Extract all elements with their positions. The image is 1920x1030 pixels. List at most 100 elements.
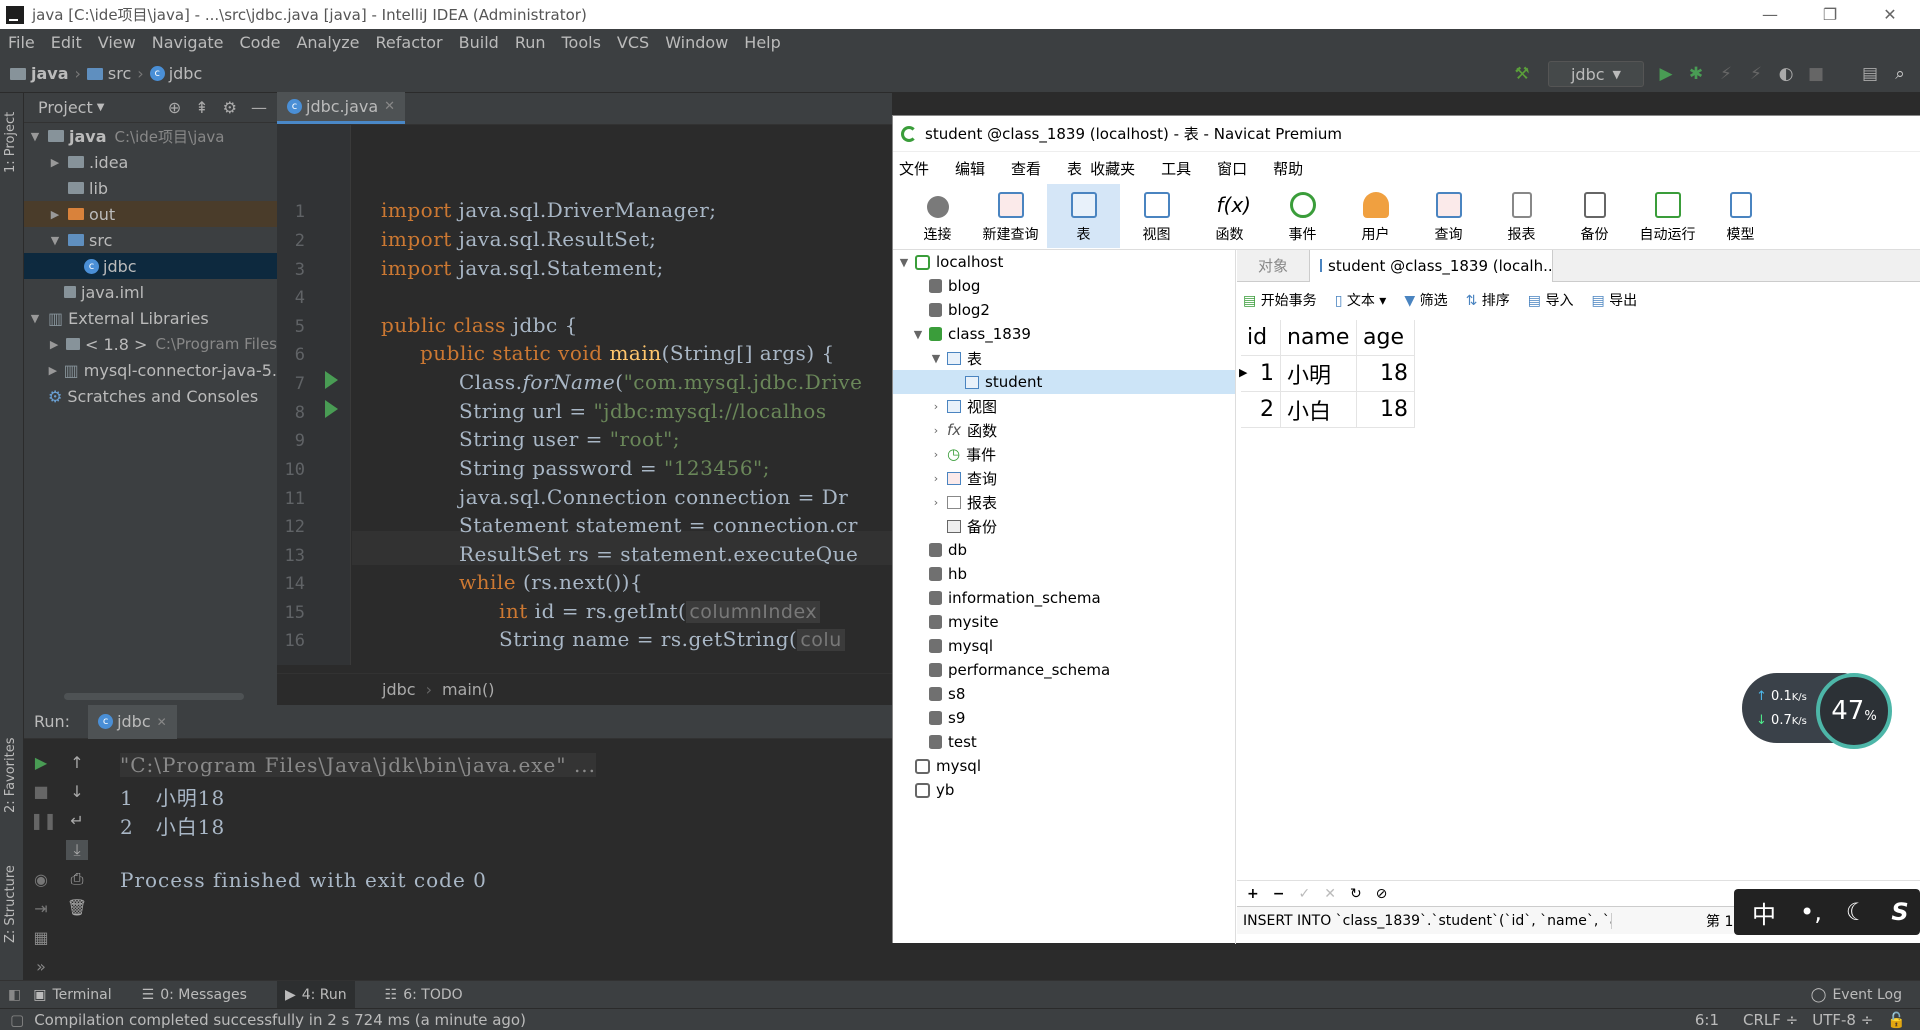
event-button[interactable]: 事件 [1266, 184, 1339, 248]
stop-attach-icon[interactable]: ◐ [1776, 64, 1796, 84]
close-tab-icon[interactable]: ✕ [384, 99, 395, 114]
todo-tab[interactable]: ☷ 6: TODO [385, 987, 463, 1003]
nv-menu-window[interactable]: 窗口 [1217, 158, 1247, 179]
code-line[interactable]: import java.sql.ResultSet; [381, 227, 656, 251]
backup-button[interactable]: 备份 [1558, 184, 1631, 248]
tree-connection-yb[interactable]: yb [893, 778, 1235, 802]
stop-icon[interactable]: ■ [30, 782, 52, 801]
menu-window[interactable]: Window [665, 33, 728, 52]
cell-name[interactable]: 小明 [1281, 356, 1357, 392]
tree-db-performance-schema[interactable]: performance_schema [893, 658, 1235, 682]
menu-analyze[interactable]: Analyze [296, 33, 359, 52]
expanded-arrow-icon[interactable]: ▼ [929, 352, 943, 365]
tree-node-out[interactable]: ▶ out [24, 201, 277, 227]
tree-db-hb[interactable]: hb [893, 562, 1235, 586]
collapsed-arrow-icon[interactable]: ▶ [48, 208, 62, 221]
apply-icon[interactable]: ✓ [1298, 886, 1310, 902]
tree-db-test[interactable]: test [893, 730, 1235, 754]
run-tool-tab[interactable]: ▶ 4: Run [276, 980, 355, 1009]
code-line[interactable]: import java.sql.DriverManager; [381, 198, 717, 222]
cell-age[interactable]: 18 [1357, 392, 1415, 428]
print-icon[interactable]: ⎙ [66, 869, 88, 889]
hide-icon[interactable]: — [251, 98, 267, 117]
menu-build[interactable]: Build [459, 33, 499, 52]
cell-id[interactable]: 2 [1241, 392, 1281, 428]
file-encoding[interactable]: UTF-8 ÷ [1812, 1011, 1873, 1029]
stop-icon[interactable]: ■ [1806, 64, 1826, 84]
collapse-icon[interactable]: ⇞ [195, 98, 208, 117]
tree-node-scratches[interactable]: ⚙ Scratches and Consoles [24, 383, 277, 409]
collapsed-arrow-icon[interactable]: › [929, 400, 943, 413]
code-line[interactable]: ResultSet rs = statement.executeQue [459, 542, 858, 566]
begin-transaction-button[interactable]: ▤ 开始事务 [1243, 290, 1317, 310]
tree-node-external-libraries[interactable]: ▼ ▥ External Libraries [24, 305, 277, 331]
run-configuration-select[interactable]: jdbc ▼ [1548, 61, 1644, 87]
soft-wrap-icon[interactable]: ↵ [66, 811, 88, 830]
tree-db-s9[interactable]: s9 [893, 706, 1235, 730]
menu-tools[interactable]: Tools [562, 33, 601, 52]
code-line[interactable]: while (rs.next()){ [459, 570, 643, 594]
code-line[interactable]: String password = "123456"; [459, 456, 770, 480]
tree-node-src[interactable]: ▼ src [24, 227, 277, 253]
tree-node-java-iml[interactable]: java.iml [24, 279, 277, 305]
tree-table-student[interactable]: student [893, 370, 1235, 394]
code-line[interactable]: public class jdbc { [381, 313, 578, 337]
tree-group-tables[interactable]: ▼ 表 [893, 346, 1235, 370]
locate-icon[interactable]: ⊕ [168, 98, 181, 117]
nv-menu-help[interactable]: 帮助 [1273, 158, 1303, 179]
tree-node-idea[interactable]: ▶ .idea [24, 149, 277, 175]
nv-menu-tools[interactable]: 工具 [1161, 158, 1191, 179]
rerun-icon[interactable]: ▶ [30, 753, 52, 772]
menu-file[interactable]: File [8, 33, 35, 52]
model-button[interactable]: 模型 [1704, 184, 1777, 248]
user-button[interactable]: 用户 [1339, 184, 1412, 248]
menu-edit[interactable]: Edit [51, 33, 82, 52]
structure-tool-tab[interactable]: Z: Structure [3, 865, 18, 943]
stop-icon[interactable]: ⊘ [1376, 886, 1388, 902]
text-button[interactable]: ▯ 文本 ▾ [1335, 290, 1387, 310]
breadcrumb-method[interactable]: main() [442, 680, 494, 699]
down-arrow-icon[interactable]: ↓ [66, 782, 88, 801]
search-icon[interactable]: ⌕ [1890, 64, 1910, 84]
tree-connection-mysql[interactable]: mysql [893, 754, 1235, 778]
tree-db-db[interactable]: db [893, 538, 1235, 562]
tree-group-queries[interactable]: › 查询 [893, 466, 1235, 490]
table-row[interactable]: ▶ 1 小明 18 [1239, 356, 1415, 392]
caret-position[interactable]: 6:1 [1695, 1011, 1719, 1029]
delete-record-icon[interactable]: − [1273, 886, 1285, 902]
moon-icon[interactable]: ☾ [1846, 898, 1868, 926]
ime-language-toggle[interactable]: 中 [1752, 895, 1776, 930]
menu-navigate[interactable]: Navigate [152, 33, 224, 52]
expanded-arrow-icon[interactable]: ▼ [897, 256, 911, 269]
code-line[interactable]: int id = rs.getInt(columnIndex [499, 599, 821, 623]
collapsed-arrow-icon[interactable]: ▶ [48, 364, 58, 377]
add-record-icon[interactable]: + [1247, 886, 1259, 902]
code-line[interactable]: Class.forName("com.mysql.jdbc.Drive [459, 370, 862, 394]
restore-icon[interactable]: ❐ [1800, 5, 1860, 24]
menu-run[interactable]: Run [515, 33, 546, 52]
menu-refactor[interactable]: Refactor [376, 33, 443, 52]
breadcrumb-class[interactable]: jdbc [382, 680, 416, 699]
run-icon[interactable]: ▶ [1656, 64, 1676, 84]
breadcrumb-java[interactable]: java [31, 64, 69, 83]
cell-age[interactable]: 18 [1357, 356, 1415, 392]
code-line[interactable]: String name = rs.getString(colu [499, 627, 845, 665]
favorites-tool-tab[interactable]: 2: Favorites [3, 737, 18, 813]
connect-button[interactable]: 连接 [901, 184, 974, 248]
code-line[interactable]: String url = "jdbc:mysql://localhos [459, 399, 827, 423]
gear-icon[interactable]: ⚙ [223, 98, 237, 117]
run-tab-jdbc[interactable]: c jdbc ✕ [88, 704, 177, 739]
collapsed-arrow-icon[interactable]: › [929, 424, 943, 437]
collapsed-arrow-icon[interactable]: › [929, 448, 943, 461]
punctuation-icon[interactable]: •‚ [1800, 898, 1822, 926]
tree-group-backups[interactable]: 备份 [893, 514, 1235, 538]
menu-view[interactable]: View [98, 33, 136, 52]
close-tab-icon[interactable]: ✕ [157, 715, 167, 729]
function-button[interactable]: f(x) 函数 [1193, 184, 1266, 248]
menu-help[interactable]: Help [744, 33, 780, 52]
build-hammer-icon[interactable]: ⚒ [1512, 64, 1532, 84]
tree-node-java[interactable]: ▼ java C:\ide项目\java [24, 123, 277, 149]
expanded-arrow-icon[interactable]: ▼ [48, 234, 62, 247]
run-class-icon[interactable] [325, 371, 338, 389]
tree-db-information-schema[interactable]: information_schema [893, 586, 1235, 610]
